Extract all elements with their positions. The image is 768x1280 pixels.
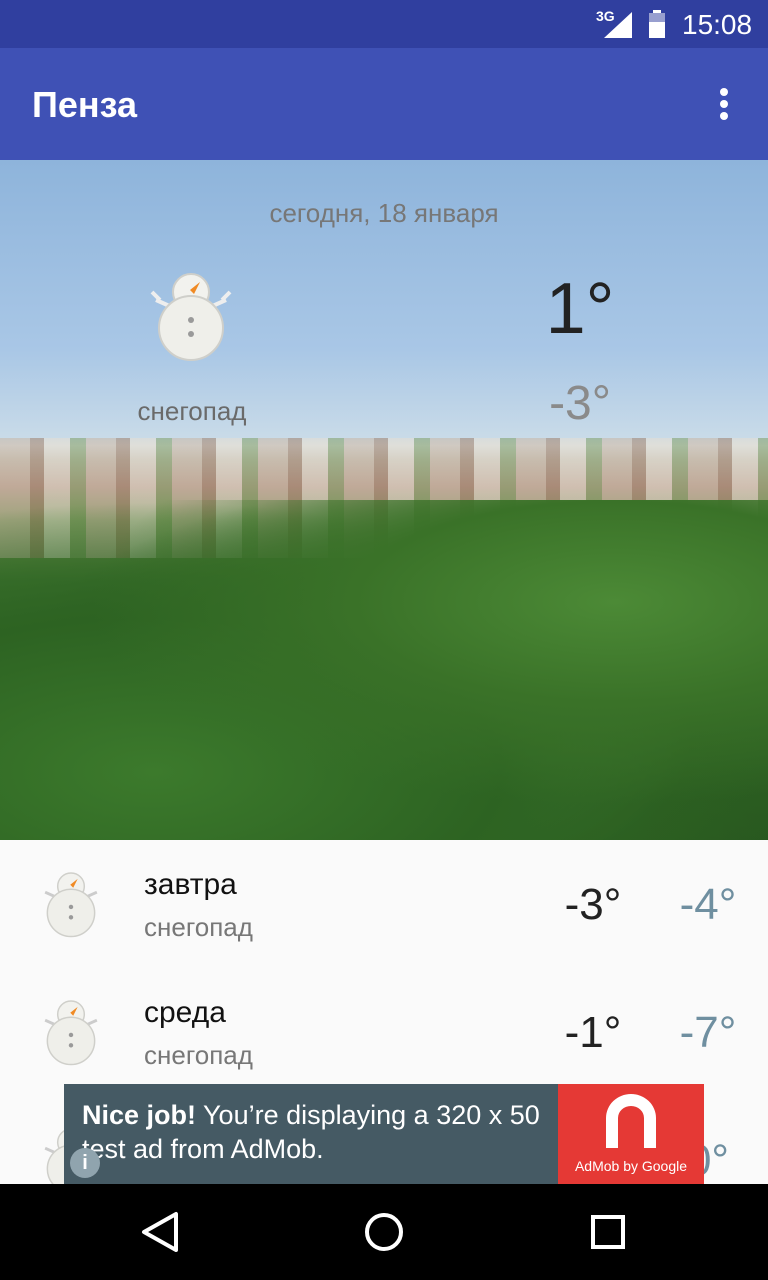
forecast-temp-low: -7°	[679, 1008, 737, 1057]
snowman-icon	[44, 872, 98, 938]
recents-icon[interactable]	[584, 1208, 632, 1256]
status-bar: 3G 15:08	[0, 0, 768, 48]
forecast-temp-high: -1°	[564, 1008, 622, 1057]
back-icon[interactable]	[136, 1208, 184, 1256]
today-temp-high: 1°	[545, 269, 615, 349]
ad-banner[interactable]: Nice job! You’re displaying a 320 x 50 t…	[64, 1084, 704, 1184]
home-icon[interactable]	[360, 1208, 408, 1256]
forecast-temp-high: -3°	[564, 880, 622, 929]
system-nav-bar	[0, 1184, 768, 1280]
forecast-day: среда	[144, 996, 226, 1029]
snowman-icon	[150, 273, 232, 361]
signal-icon	[604, 12, 632, 38]
trees-background	[0, 500, 768, 840]
forecast-condition: снегопад	[144, 912, 253, 942]
forecast-day: завтра	[144, 868, 237, 901]
admob-icon	[606, 1094, 656, 1148]
city-title: Пенза	[32, 84, 138, 125]
forecast-row[interactable]: завтра снегопад -3° -4°	[0, 840, 768, 968]
admob-logo: AdMob by Google	[558, 1084, 704, 1184]
battery-icon	[649, 10, 665, 38]
overflow-menu-button[interactable]	[704, 80, 744, 128]
today-condition: снегопад	[137, 396, 247, 426]
snowman-icon	[44, 1000, 98, 1066]
ad-bold-text: Nice job!	[82, 1100, 197, 1130]
admob-brand-text: AdMob by Google	[574, 1158, 688, 1174]
forecast-row[interactable]: среда снегопад -1° -7°	[0, 968, 768, 1096]
forecast-temp-low: -4°	[679, 880, 737, 929]
app-bar: Пенза	[0, 48, 768, 160]
ad-text: Nice job! You’re displaying a 320 x 50 t…	[82, 1098, 552, 1166]
today-date: сегодня, 18 января	[269, 198, 499, 228]
ad-info-icon[interactable]: i	[70, 1148, 100, 1178]
clock: 15:08	[682, 9, 753, 40]
forecast-condition: снегопад	[144, 1040, 253, 1070]
today-panel: сегодня, 18 января снегопад 1° -3°	[0, 160, 768, 840]
today-temp-low: -3°	[549, 377, 611, 430]
